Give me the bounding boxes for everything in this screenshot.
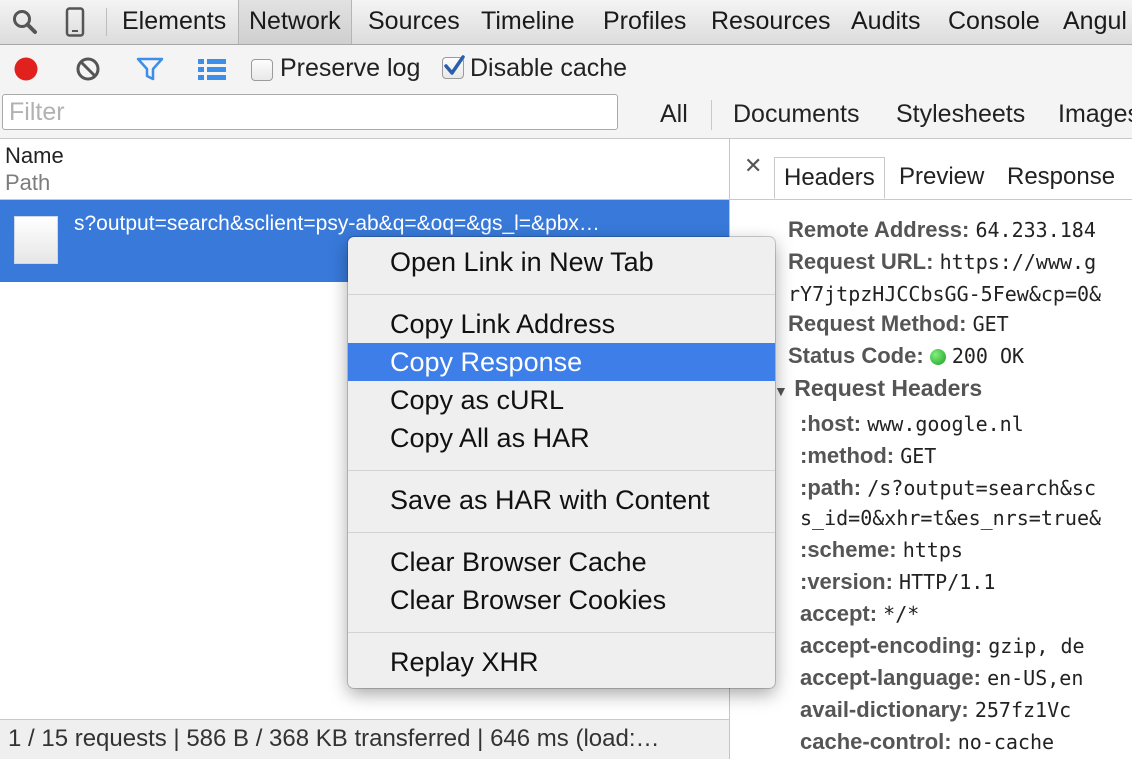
header-scheme: :scheme: https [800,537,963,562]
filter-type-documents[interactable]: Documents [733,100,859,129]
filter-icon[interactable] [134,55,166,83]
tab-headers[interactable]: Headers [774,157,885,199]
header-cache-control: cache-control: no-cache [800,729,1055,754]
filter-type-all[interactable]: All [660,100,688,129]
menu-copy-link-address[interactable]: Copy Link Address [348,305,775,343]
disable-cache-label: Disable cache [470,54,628,82]
menu-open-link-new-tab[interactable]: Open Link in New Tab [348,243,775,281]
list-view-icon[interactable] [196,55,228,83]
clear-icon[interactable] [72,55,104,83]
menu-separator [348,294,775,295]
menu-save-as-har[interactable]: Save as HAR with Content [348,481,775,519]
tab-profiles[interactable]: Profiles [603,0,686,44]
menu-replay-xhr[interactable]: Replay XHR [348,643,775,681]
devtools-tab-bar: Elements Network Sources Timeline Profil… [0,0,1132,45]
record-icon[interactable] [10,55,42,83]
status-ok-icon [929,349,946,365]
menu-separator [348,470,775,471]
header-status-code: Status Code: 200 OK [788,343,1025,368]
tab-network[interactable]: Network [238,0,352,44]
tab-timeline[interactable]: Timeline [481,0,575,44]
column-name-label: Name [5,143,64,168]
tab-console[interactable]: Console [948,0,1040,44]
menu-clear-browser-cache[interactable]: Clear Browser Cache [348,543,775,581]
menu-copy-response[interactable]: Copy Response [348,343,775,381]
menu-copy-as-curl[interactable]: Copy as cURL [348,381,775,419]
tab-resources[interactable]: Resources [711,0,831,44]
preserve-log-checkbox[interactable] [251,59,273,81]
filter-bar: All Documents Stylesheets Images [0,92,1132,139]
context-menu: Open Link in New Tab Copy Link Address C… [348,237,775,688]
filter-type-images[interactable]: Images [1058,100,1132,129]
header-path-cont: s_id=0&xhr=t&es_nrs=true& [800,506,1102,530]
close-icon[interactable]: ✕ [744,153,762,179]
header-remote-address: Remote Address: 64.233.184 [788,217,1096,242]
menu-separator [348,632,775,633]
menu-separator [348,532,775,533]
network-toolbar: Preserve log Disable cache [0,45,1132,93]
column-header-name[interactable]: Name Path [0,139,729,200]
tab-elements[interactable]: Elements [122,0,226,44]
tab-preview[interactable]: Preview [890,157,993,197]
header-version: :version: HTTP/1.1 [800,569,996,594]
request-headers-section[interactable]: ▼ Request Headers [774,375,982,402]
column-path-label: Path [5,170,51,195]
header-method: :method: GET [800,443,937,468]
preserve-log-label: Preserve log [280,54,421,82]
checkmark-icon [444,55,465,75]
request-name: s?output=search&sclient=psy-ab&q=&oq=&gs… [74,212,600,235]
header-request-method: Request Method: GET [788,311,1009,336]
header-accept-language: accept-language: en-US,en [800,665,1084,690]
network-summary-bar: 1 / 15 requests | 586 B / 368 KB transfe… [0,719,730,759]
device-mode-icon[interactable] [58,6,92,38]
header-host: :host: www.google.nl [800,411,1024,436]
menu-copy-all-as-har[interactable]: Copy All as HAR [348,419,775,457]
disclosure-triangle-icon: ▼ [774,383,788,399]
tab-response[interactable]: Response [998,157,1124,197]
header-accept-encoding: accept-encoding: gzip, de [800,633,1085,658]
search-icon[interactable] [8,6,42,38]
header-path: :path: /s?output=search&sc [800,475,1096,500]
header-request-url-cont: rY7jtpzHJCCbsGG-5Few&cp=0& [788,282,1102,306]
header-accept: accept: */* [800,601,920,626]
header-request-url: Request URL: https://www.g [788,249,1097,274]
filter-type-stylesheets[interactable]: Stylesheets [896,100,1025,129]
request-details-pane: ✕ Headers Preview Response Remote Addres… [730,139,1132,758]
filter-divider [711,100,712,130]
summary-text: 1 / 15 requests | 586 B / 368 KB transfe… [8,725,660,752]
file-icon [14,216,58,264]
tab-angular[interactable]: Angul [1063,0,1127,44]
filter-input[interactable] [2,94,618,130]
tab-sources[interactable]: Sources [368,0,460,44]
tab-audits[interactable]: Audits [851,0,920,44]
disable-cache-checkbox[interactable] [442,55,465,79]
header-avail-dictionary: avail-dictionary: 257fz1Vc [800,697,1072,722]
menu-clear-browser-cookies[interactable]: Clear Browser Cookies [348,581,775,619]
detail-tab-bar: ✕ Headers Preview Response [730,139,1132,200]
